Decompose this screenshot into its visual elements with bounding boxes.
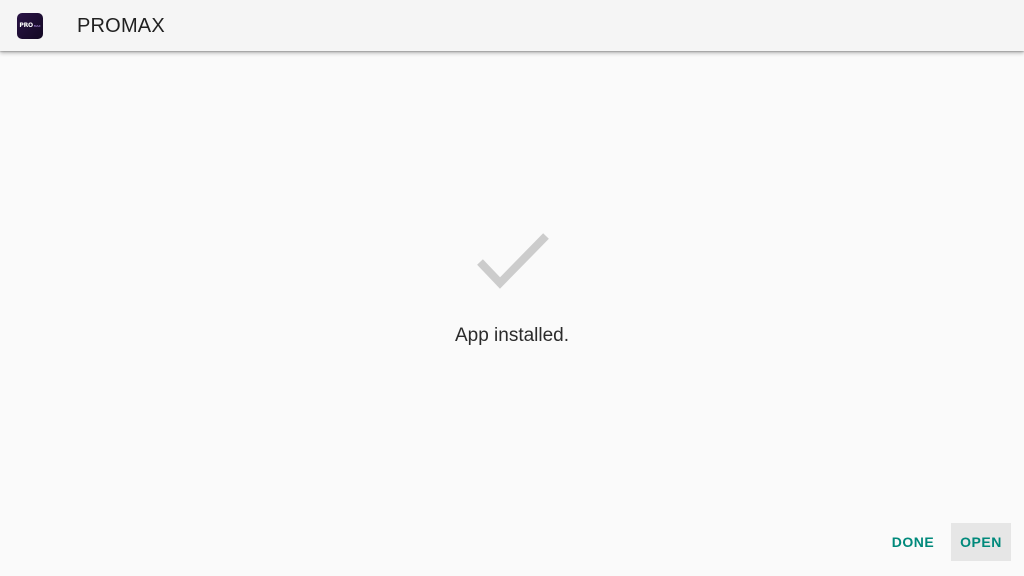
app-icon-sublabel: MAX <box>33 23 41 28</box>
install-status-message: App installed. <box>454 325 570 346</box>
promax-app-icon: PRO MAX <box>17 13 43 39</box>
app-title: PROMAX <box>77 15 165 37</box>
app-bar: PRO MAX PROMAX <box>0 0 1024 51</box>
checkmark-icon <box>477 233 549 289</box>
install-result-panel <box>0 51 1024 576</box>
done-button[interactable]: DONE <box>882 523 944 561</box>
app-icon-label: PRO <box>19 22 33 29</box>
open-button[interactable]: OPEN <box>951 523 1011 561</box>
